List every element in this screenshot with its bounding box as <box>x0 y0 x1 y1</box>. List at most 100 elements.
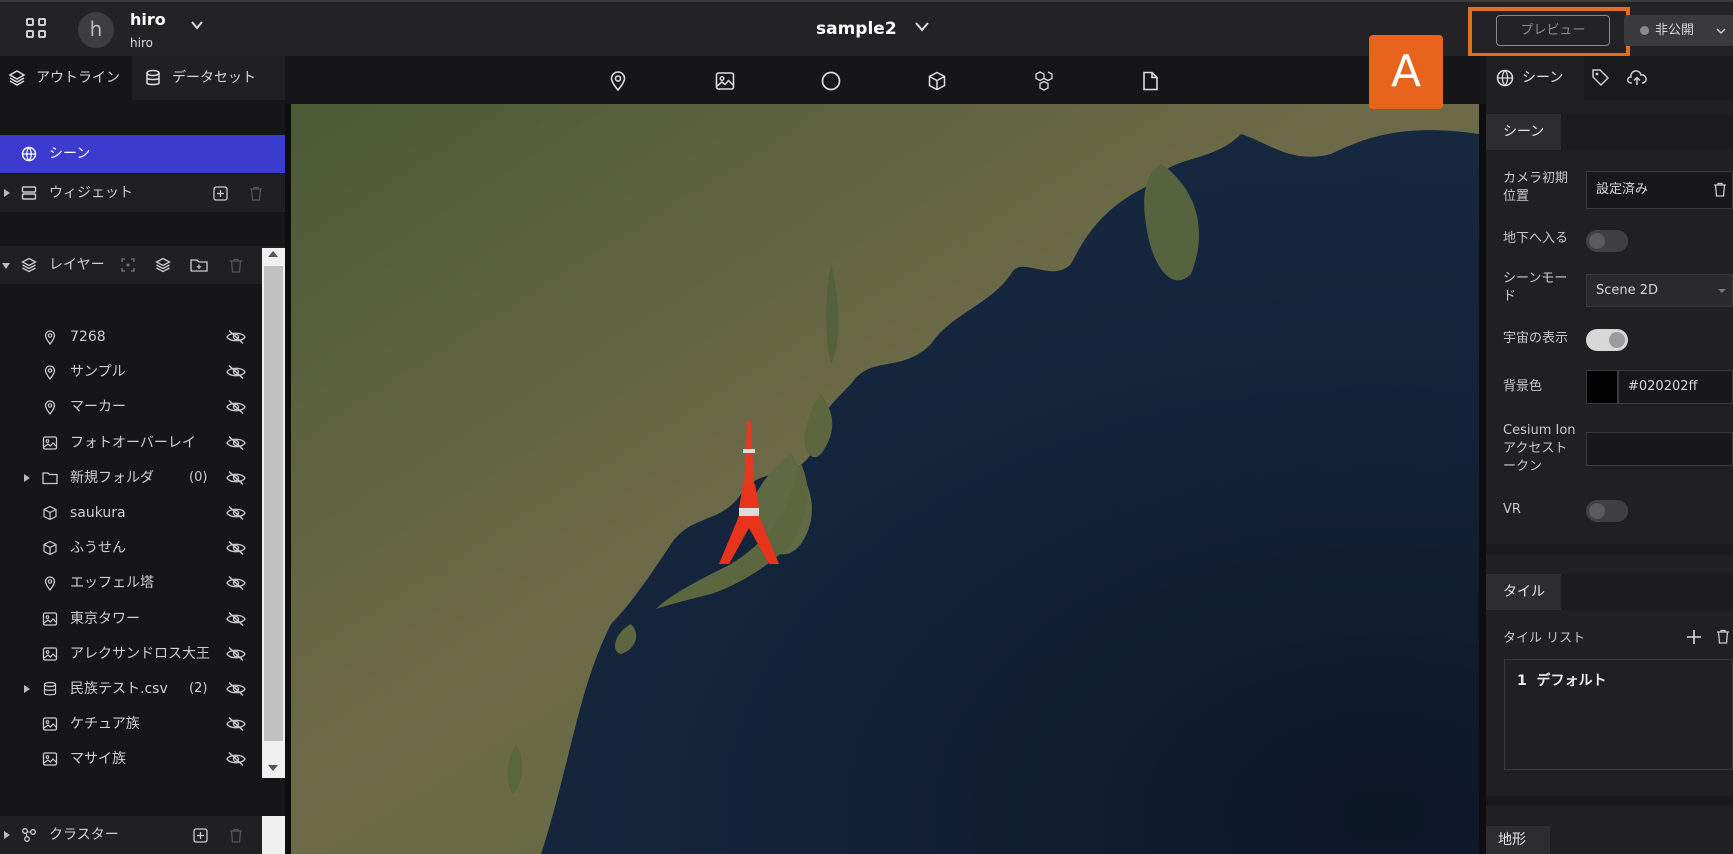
layer-row[interactable]: 新規フォルダ (0) <box>0 459 262 497</box>
eye-off-icon[interactable] <box>226 575 246 591</box>
eye-off-icon[interactable] <box>226 751 246 767</box>
cluster-scrollbar[interactable] <box>262 816 285 854</box>
eye-off-icon[interactable] <box>226 505 246 521</box>
pin-icon[interactable] <box>607 70 629 92</box>
image-icon[interactable] <box>714 70 736 92</box>
trash-icon[interactable] <box>249 186 263 201</box>
file-icon[interactable] <box>1139 70 1161 92</box>
satellite-map[interactable] <box>291 104 1479 854</box>
layer-row[interactable]: saukura <box>0 494 262 532</box>
tree-item-cluster[interactable]: クラスター <box>0 816 285 854</box>
caret-right-icon[interactable] <box>24 685 30 693</box>
eye-off-icon[interactable] <box>226 611 246 627</box>
layer-row[interactable]: マサイ族 <box>0 740 262 778</box>
trash-icon[interactable] <box>229 828 243 843</box>
project-title[interactable]: sample2 <box>816 19 897 39</box>
tree-item-widget[interactable]: ウィジェット <box>0 174 285 212</box>
property-panel: シーン シーン カメラ初期 位置 設定済み 地下へ入る シーンモード Scene … <box>1486 56 1733 854</box>
database-icon <box>146 69 160 86</box>
add-widget-icon[interactable] <box>213 186 228 201</box>
preview-button[interactable]: プレビュー <box>1496 15 1610 46</box>
section-terrain[interactable]: 地形 <box>1486 826 1550 854</box>
scroll-up-icon[interactable] <box>268 251 278 257</box>
section-gap <box>1486 796 1733 806</box>
section-scene[interactable]: シーン <box>1486 114 1561 150</box>
tree-item-layers[interactable]: レイヤー <box>0 246 285 284</box>
tab-outline[interactable]: アウトライン <box>0 56 132 100</box>
trash-icon[interactable] <box>1716 629 1730 644</box>
tile-item-default[interactable]: 1 デフォルト <box>1517 670 1607 690</box>
image-icon <box>42 752 58 767</box>
caret-right-icon[interactable] <box>24 473 30 482</box>
tag-icon[interactable] <box>1591 68 1610 87</box>
avatar[interactable]: h <box>78 12 114 48</box>
chevron-down-icon[interactable] <box>914 20 930 34</box>
eye-off-icon[interactable] <box>226 399 246 415</box>
map-divider <box>1479 104 1486 854</box>
eye-off-icon[interactable] <box>226 540 246 556</box>
layer-label: エッフェル塔 <box>70 575 154 592</box>
focus-icon[interactable] <box>121 258 135 272</box>
layer-row[interactable]: ケチュア族 <box>0 705 262 743</box>
eye-off-icon[interactable] <box>226 364 246 380</box>
outline-panel: アウトライン データセット シーン ウィジェット レイヤー 7268 サンプル マー… <box>0 56 285 854</box>
layer-row[interactable]: マーカー <box>0 388 262 426</box>
bg-color-swatch[interactable] <box>1586 370 1618 404</box>
publish-status-button[interactable]: 非公開 <box>1624 15 1733 46</box>
layer-row[interactable]: アレクサンドロス大王 <box>0 635 262 673</box>
underground-toggle[interactable] <box>1586 230 1628 252</box>
layers-icon <box>8 70 26 86</box>
layer-row[interactable]: ふうせん <box>0 529 262 567</box>
caret-right-icon[interactable] <box>4 189 10 197</box>
layer-label: マサイ族 <box>70 751 126 768</box>
camera-position-field[interactable]: 設定済み <box>1586 171 1733 209</box>
trash-icon[interactable] <box>229 258 243 273</box>
add-tile-icon[interactable] <box>1686 629 1702 645</box>
scene-mode-select[interactable]: Scene 2D <box>1586 274 1733 307</box>
add-folder-icon[interactable] <box>190 257 208 273</box>
caret-right-icon[interactable] <box>4 831 10 839</box>
layer-count: (0) <box>189 469 208 485</box>
ion-token-input[interactable] <box>1586 432 1733 466</box>
publish-icon[interactable] <box>1627 68 1647 87</box>
pin-icon <box>44 576 56 592</box>
app-grid-icon[interactable] <box>24 16 50 42</box>
eye-off-icon[interactable] <box>226 646 246 662</box>
tab-dataset[interactable]: データセット <box>136 56 276 100</box>
layer-row[interactable]: 東京タワー <box>0 600 262 638</box>
scroll-down-icon[interactable] <box>268 765 278 771</box>
globe-map-viewport[interactable] <box>291 104 1479 854</box>
trash-icon[interactable] <box>1713 182 1727 197</box>
chevron-down-icon <box>1718 289 1726 293</box>
eye-off-icon[interactable] <box>226 681 246 697</box>
tile-list: 1 デフォルト <box>1504 659 1733 770</box>
eye-off-icon[interactable] <box>226 716 246 732</box>
cluster-cubes-icon[interactable] <box>1033 70 1055 92</box>
chevron-down-icon[interactable] <box>190 18 204 32</box>
eye-off-icon[interactable] <box>226 470 246 486</box>
section-tile[interactable]: タイル <box>1486 574 1561 610</box>
tab-dataset-label: データセット <box>172 70 256 86</box>
pin-icon <box>44 400 56 416</box>
tab-scene[interactable]: シーン <box>1486 56 1584 100</box>
circle-icon[interactable] <box>820 70 842 92</box>
vr-toggle[interactable] <box>1586 500 1628 522</box>
status-dot-icon <box>1640 26 1649 35</box>
space-toggle[interactable] <box>1586 329 1628 351</box>
layer-row[interactable]: 民族テスト.csv (2) <box>0 670 262 708</box>
eye-off-icon[interactable] <box>226 329 246 345</box>
layer-row[interactable]: エッフェル塔 <box>0 564 262 602</box>
add-layer-icon[interactable] <box>155 257 172 273</box>
kamchatka-shape <box>1144 164 1200 281</box>
caret-down-icon[interactable] <box>2 263 10 269</box>
layer-row[interactable]: サンプル <box>0 353 262 391</box>
eye-off-icon[interactable] <box>226 435 246 451</box>
layers-scroll-thumb[interactable] <box>264 266 283 741</box>
bg-color-field[interactable]: #020202ff <box>1618 370 1733 404</box>
tree-item-scene[interactable]: シーン <box>0 135 285 173</box>
add-cluster-icon[interactable] <box>193 828 208 843</box>
pin-icon <box>44 330 56 345</box>
layer-row[interactable]: フォトオーバーレイ <box>0 424 262 462</box>
layer-row[interactable]: 7268 <box>0 318 262 356</box>
cube-icon[interactable] <box>926 70 948 92</box>
